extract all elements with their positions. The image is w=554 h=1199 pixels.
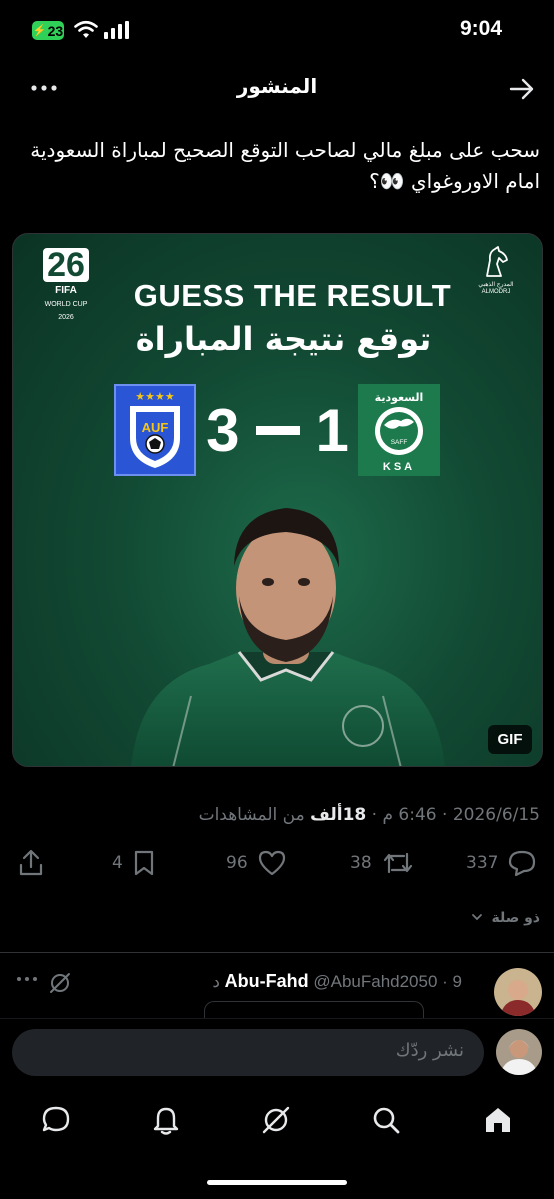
share-button[interactable] xyxy=(18,845,44,881)
headline-english: GUESS THE RESULT xyxy=(133,278,452,313)
saff-label: SAFF xyxy=(391,439,408,446)
search-icon[interactable] xyxy=(370,1104,402,1136)
current-user-avatar[interactable] xyxy=(496,1029,542,1075)
views-count: 18ألف xyxy=(310,805,367,825)
world-cup-26-mark: 26 xyxy=(43,248,89,282)
post-meta: 2026/6/15 · 6:46 م · 18ألف من المشاهدات xyxy=(199,805,540,825)
reply-author-handle: @AbuFahd2050 xyxy=(313,972,438,991)
home-icon[interactable] xyxy=(482,1104,514,1136)
repost-icon xyxy=(383,852,412,874)
cellular-signal-icon xyxy=(104,21,129,39)
status-time: 9:04 xyxy=(459,17,502,40)
divider xyxy=(0,952,554,953)
player-portrait-image xyxy=(131,508,445,766)
reply-count: 337 xyxy=(466,853,499,873)
heart-icon xyxy=(258,850,285,876)
bookmark-button[interactable]: 4 xyxy=(112,845,155,881)
related-toggle[interactable]: ذو صلة xyxy=(471,910,540,926)
saudi-arabia-badge: السعودية SAFF KSA xyxy=(358,384,440,476)
messages-icon[interactable] xyxy=(40,1104,72,1136)
back-arrow-icon[interactable] xyxy=(508,75,536,103)
status-bar: ⚡ 23 9:04 xyxy=(0,0,554,60)
grok-icon[interactable] xyxy=(260,1104,292,1136)
score-dash xyxy=(255,425,300,435)
post-date: 2026/6/15 xyxy=(452,805,540,825)
headline-arabic: توقع نتيجة المباراة xyxy=(135,320,432,358)
score-ksa: 1 xyxy=(315,396,349,464)
current-user-avatar-image xyxy=(496,1029,542,1075)
svg-text:★★★★: ★★★★ xyxy=(135,390,175,403)
reply-bubble-icon xyxy=(509,850,536,876)
post-media-gif[interactable]: 26 FIFA WORLD CUP 2026 المدرج الذهبي ALM… xyxy=(12,233,543,767)
like-button[interactable]: 96 xyxy=(226,845,286,881)
battery-level: 23 xyxy=(47,22,64,39)
bookmark-icon xyxy=(134,850,153,876)
grok-icon[interactable] xyxy=(47,970,73,996)
home-indicator xyxy=(207,1180,347,1185)
ksa-arabic-name: السعودية xyxy=(375,391,424,404)
scoreline: 3 1 xyxy=(197,384,358,476)
meta-separator: · xyxy=(436,805,453,825)
avatar-image xyxy=(494,968,542,1016)
reply-input[interactable]: نشر ردّك xyxy=(12,1029,484,1076)
almodrj-horse-icon xyxy=(486,246,508,277)
uruguay-crest-letters: AUF xyxy=(142,420,169,435)
post-time: 6:46 م xyxy=(382,805,437,825)
bookmark-count: 4 xyxy=(112,853,123,873)
post-text: سحب على مبلغ مالي لصاحب التوقع الصحيح لم… xyxy=(30,138,540,193)
reply-author-line: Abu-Fahd @AbuFahd2050 · 9 د xyxy=(212,971,462,992)
avatar[interactable] xyxy=(494,968,542,1016)
repost-count: 38 xyxy=(350,853,372,873)
reply-dot: · xyxy=(437,972,453,991)
reply-more-icon[interactable] xyxy=(16,974,38,984)
views-label: من المشاهدات xyxy=(198,805,305,825)
meta-separator: · xyxy=(366,805,383,825)
score-uruguay: 3 xyxy=(206,396,240,464)
reply-input-placeholder: نشر ردّك xyxy=(395,1040,464,1061)
page-title: المنشور xyxy=(236,74,318,98)
notifications-icon[interactable] xyxy=(150,1104,182,1136)
post-header: المنشور xyxy=(0,66,554,112)
post-actions: 4 96 38 337 xyxy=(0,845,554,881)
like-count: 96 xyxy=(226,853,248,873)
saudi-federation-crest-icon: السعودية SAFF KSA xyxy=(375,391,424,473)
bottom-tab-bar xyxy=(0,1098,554,1144)
chevron-down-icon xyxy=(471,914,482,921)
uruguay-crest-icon: ★★★★ AUF xyxy=(130,390,180,468)
share-icon xyxy=(19,849,43,876)
battery-indicator: ⚡ 23 xyxy=(32,21,64,40)
ksa-label: KSA xyxy=(383,461,415,473)
reply-button[interactable]: 337 xyxy=(466,845,536,881)
uruguay-badge: ★★★★ AUF xyxy=(114,384,196,476)
related-label: ذو صلة xyxy=(491,910,541,926)
reply-author-name: Abu-Fahd xyxy=(224,971,309,991)
wifi-icon xyxy=(74,20,98,38)
charging-icon: ⚡ xyxy=(32,25,47,37)
gif-badge: GIF xyxy=(488,725,532,754)
repost-button[interactable]: 38 xyxy=(350,845,414,881)
